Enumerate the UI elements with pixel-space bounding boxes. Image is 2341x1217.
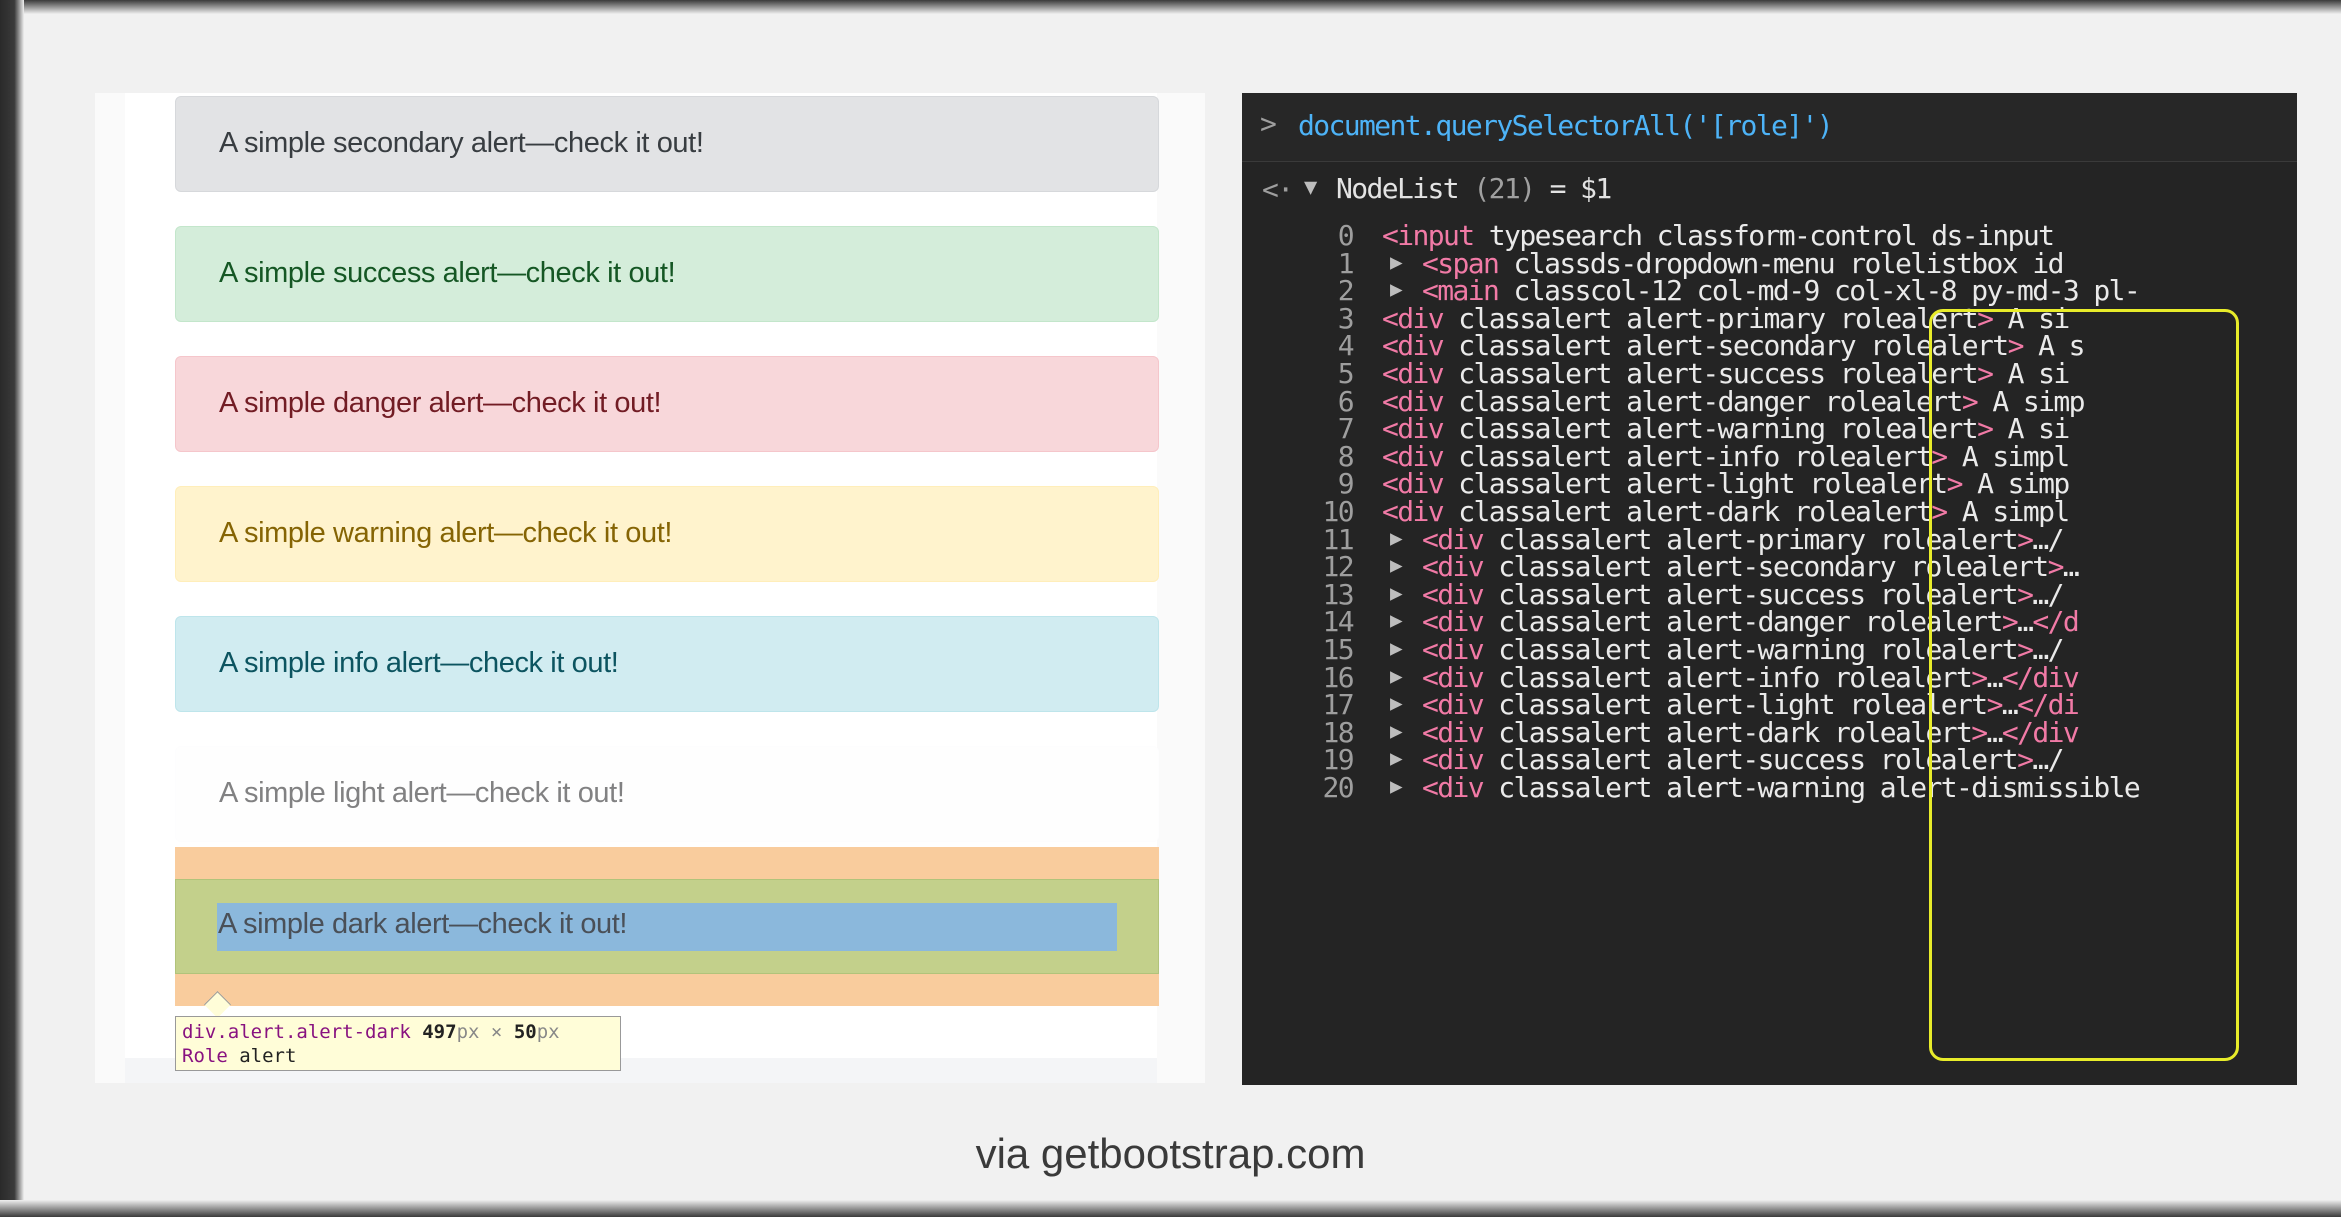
- alert-danger[interactable]: A simple danger alert—check it out!: [175, 356, 1159, 452]
- console-input-line[interactable]: > document.querySelectorAll('[role]'): [1242, 93, 2297, 162]
- source-credit: via getbootstrap.com: [975, 1130, 1366, 1177]
- tooltip-times: ×: [490, 1021, 503, 1043]
- console-result-nodelist[interactable]: NodeList (21) = $1: [1336, 172, 1613, 205]
- alert-success[interactable]: A simple success alert—check it out!: [175, 226, 1159, 322]
- alert-secondary[interactable]: A simple secondary alert—check it out!: [175, 96, 1159, 192]
- tooltip-selector: div.alert.alert-dark: [182, 1021, 411, 1043]
- nodelist-row-index: 20: [1322, 771, 1354, 804]
- inspector-tooltip: div.alert.alert-dark 497px × 50px Role a…: [175, 1016, 621, 1071]
- alert-info[interactable]: A simple info alert—check it out!: [175, 616, 1159, 712]
- expand-triangle-right-icon[interactable]: ▶: [1390, 553, 1403, 577]
- frame-edge-top: [0, 0, 2341, 14]
- expand-triangle-right-icon[interactable]: ▶: [1390, 664, 1403, 688]
- alert-danger-text: A simple danger alert—check it out!: [219, 386, 662, 419]
- page-gutter-left: [95, 93, 125, 1083]
- tooltip-width-unit: px: [456, 1021, 480, 1043]
- tooltip-role-value: alert: [239, 1045, 297, 1067]
- console-result-arrow-icon: <·: [1262, 173, 1294, 206]
- expand-triangle-right-icon[interactable]: ▶: [1390, 719, 1403, 743]
- expand-triangle-right-icon[interactable]: ▶: [1390, 581, 1403, 605]
- inspector-margin-overlay-bottom: [175, 974, 1159, 1006]
- expand-triangle-right-icon[interactable]: ▶: [1390, 250, 1403, 274]
- alert-warning-text: A simple warning alert—check it out!: [219, 516, 673, 549]
- alert-info-text: A simple info alert—check it out!: [219, 646, 619, 679]
- expand-triangle-right-icon[interactable]: ▶: [1390, 636, 1403, 660]
- console-prompt-icon: >: [1260, 107, 1277, 140]
- alert-secondary-text: A simple secondary alert—check it out!: [219, 126, 704, 159]
- alert-success-text: A simple success alert—check it out!: [219, 256, 676, 289]
- tooltip-height: 50: [513, 1021, 537, 1043]
- nodelist-count: (21): [1473, 172, 1536, 205]
- expand-triangle-right-icon[interactable]: ▶: [1390, 746, 1403, 770]
- expand-triangle-down-icon[interactable]: ▼: [1304, 175, 1317, 200]
- console-command[interactable]: document.querySelectorAll('[role]'): [1298, 109, 1834, 142]
- expand-triangle-right-icon[interactable]: ▶: [1390, 526, 1403, 550]
- expand-triangle-right-icon[interactable]: ▶: [1390, 774, 1403, 798]
- alert-light-text: A simple light alert—check it out!: [219, 776, 625, 809]
- role-attribute-highlight-box: [1929, 309, 2239, 1061]
- tooltip-height-unit: px: [536, 1021, 560, 1043]
- expand-triangle-right-icon[interactable]: ▶: [1390, 608, 1403, 632]
- expand-triangle-right-icon[interactable]: ▶: [1390, 691, 1403, 715]
- alert-dark-text: A simple dark alert—check it out!: [218, 907, 628, 940]
- tooltip-role-label: Role: [182, 1045, 228, 1067]
- alert-light[interactable]: A simple light alert—check it out!: [175, 746, 1159, 842]
- expand-triangle-right-icon[interactable]: ▶: [1390, 277, 1403, 301]
- alert-warning[interactable]: A simple warning alert—check it out!: [175, 486, 1159, 582]
- frame-edge-bottom: [0, 1200, 2341, 1217]
- nodelist-name: NodeList: [1336, 172, 1460, 205]
- inspector-margin-overlay-top: [175, 847, 1159, 879]
- frame-edge-left: [0, 0, 24, 1217]
- tooltip-width: 497: [422, 1021, 457, 1043]
- nodelist-var: = $1: [1549, 172, 1613, 205]
- page-gutter-right: [1157, 93, 1205, 1083]
